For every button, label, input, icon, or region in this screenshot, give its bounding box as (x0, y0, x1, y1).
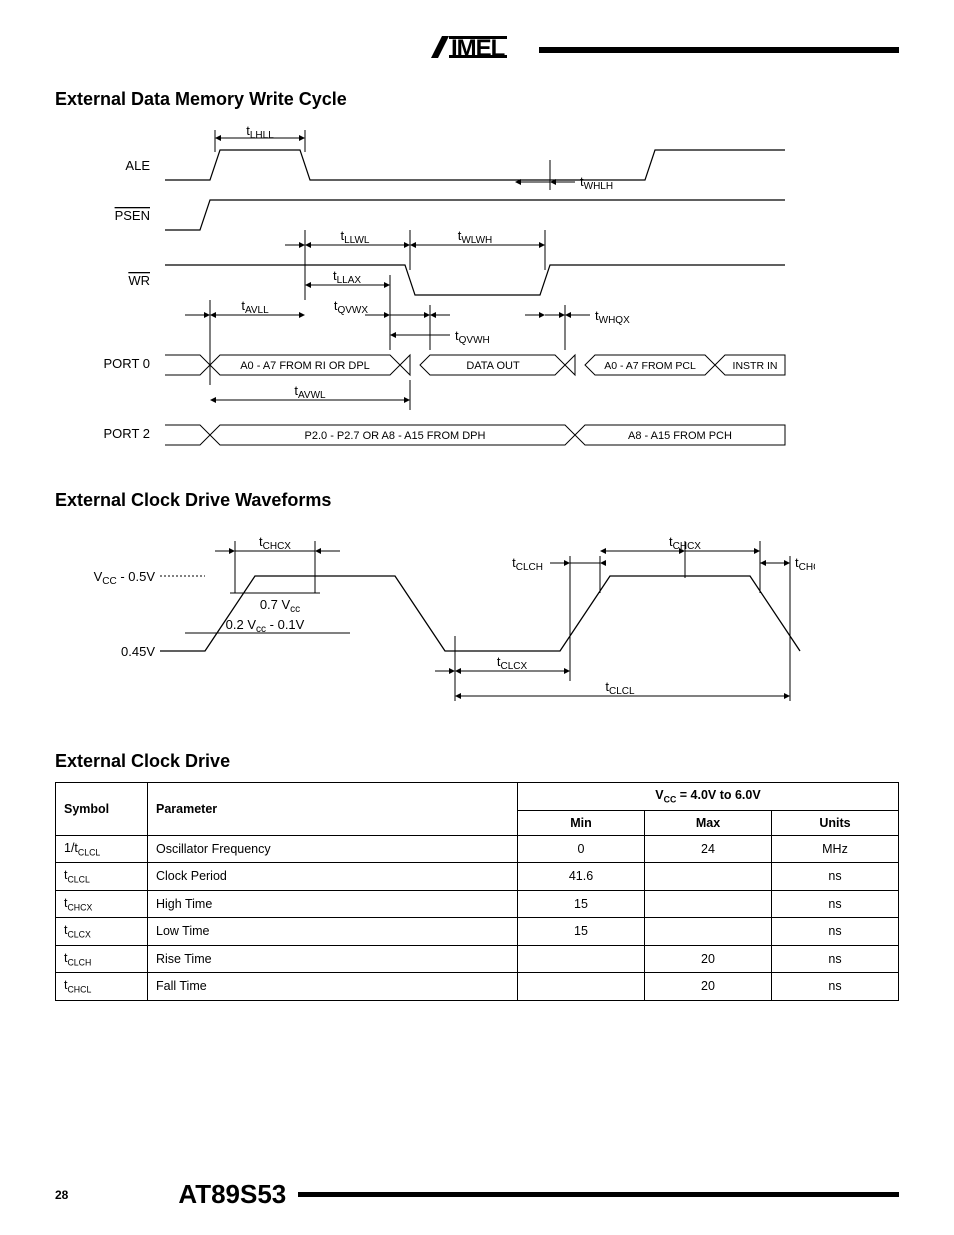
svg-text:VCC - 0.5V: VCC - 0.5V (94, 569, 156, 587)
svg-text:INSTR IN: INSTR IN (733, 360, 778, 372)
footer-rule (298, 1192, 899, 1197)
svg-text:tLHLL: tLHLL (246, 123, 274, 141)
signal-label-psen: PSEN (115, 208, 150, 223)
table-row: 1/tCLCL Oscillator Frequency 0 24 MHz (56, 835, 899, 863)
svg-text:tQVWX: tQVWX (334, 298, 369, 316)
svg-text:tLLAX: tLLAX (333, 268, 361, 286)
svg-text:tCHCX: tCHCX (669, 534, 701, 552)
col-condition: VCC = 4.0V to 6.0V (518, 783, 899, 811)
svg-text:tCLCL: tCLCL (605, 679, 635, 697)
page-footer: 28 AT89S53 (55, 1179, 899, 1210)
svg-text:P2.0 - P2.7 OR A8 - A15 FROM D: P2.0 - P2.7 OR A8 - A15 FROM DPH (305, 430, 486, 442)
svg-text:tWLWH: tWLWH (458, 228, 493, 246)
timing-diagram-clock-waveforms: VCC - 0.5V 0.45V 0.7 Vcc 0.2 Vcc - 0.1V … (55, 521, 899, 721)
svg-text:0.45V: 0.45V (121, 644, 155, 659)
svg-text:tCLCX: tCLCX (497, 654, 528, 672)
page-header: IMEL (55, 30, 899, 64)
svg-text:tAVWL: tAVWL (294, 383, 326, 401)
svg-text:tCHCX: tCHCX (259, 534, 291, 552)
svg-text:tCHCL: tCHCL (795, 555, 815, 573)
signal-label-port0: PORT 0 (104, 356, 150, 371)
col-parameter: Parameter (148, 783, 518, 836)
svg-text:A8 - A15 FROM PCH: A8 - A15 FROM PCH (628, 430, 732, 442)
part-number: AT89S53 (178, 1179, 286, 1210)
timing-diagram-write-cycle: ALE tLHLL PSEN tWHLH WR (55, 120, 899, 460)
table-row: tCLCH Rise Time 20 ns (56, 945, 899, 973)
svg-text:tQVWH: tQVWH (455, 328, 490, 346)
svg-text:A0 - A7 FROM RI OR DPL: A0 - A7 FROM RI OR DPL (240, 360, 370, 372)
svg-text:DATA OUT: DATA OUT (466, 360, 520, 372)
table-row: tCHCX High Time 15 ns (56, 890, 899, 918)
svg-text:tLLWL: tLLWL (340, 228, 369, 246)
table-row: tCLCX Low Time 15 ns (56, 918, 899, 946)
signal-label-port2: PORT 2 (104, 426, 150, 441)
col-min: Min (518, 810, 645, 835)
col-max: Max (645, 810, 772, 835)
logo: IMEL (427, 30, 527, 64)
section-title-clock-drive: External Clock Drive (55, 751, 899, 772)
svg-text:tWHQX: tWHQX (595, 308, 630, 326)
page-number: 28 (55, 1188, 68, 1202)
signal-label-ale: ALE (125, 158, 150, 173)
svg-text:tCLCH: tCLCH (512, 555, 543, 573)
svg-text:A0 - A7 FROM PCL: A0 - A7 FROM PCL (604, 360, 696, 372)
svg-text:tWHLH: tWHLH (580, 174, 613, 192)
col-units: Units (772, 810, 899, 835)
section-title-write-cycle: External Data Memory Write Cycle (55, 89, 899, 110)
header-rule (539, 47, 899, 53)
svg-text:0.7 Vcc: 0.7 Vcc (260, 597, 300, 615)
section-title-clock-waveforms: External Clock Drive Waveforms (55, 490, 899, 511)
signal-label-wr: WR (128, 273, 150, 288)
table-row: tCLCL Clock Period 41.6 ns (56, 863, 899, 891)
clock-drive-table: Symbol Parameter VCC = 4.0V to 6.0V Min … (55, 782, 899, 1001)
table-row: tCHCL Fall Time 20 ns (56, 973, 899, 1001)
svg-text:0.2 Vcc - 0.1V: 0.2 Vcc - 0.1V (226, 617, 305, 635)
svg-text:tAVLL: tAVLL (241, 298, 269, 316)
col-symbol: Symbol (56, 783, 148, 836)
